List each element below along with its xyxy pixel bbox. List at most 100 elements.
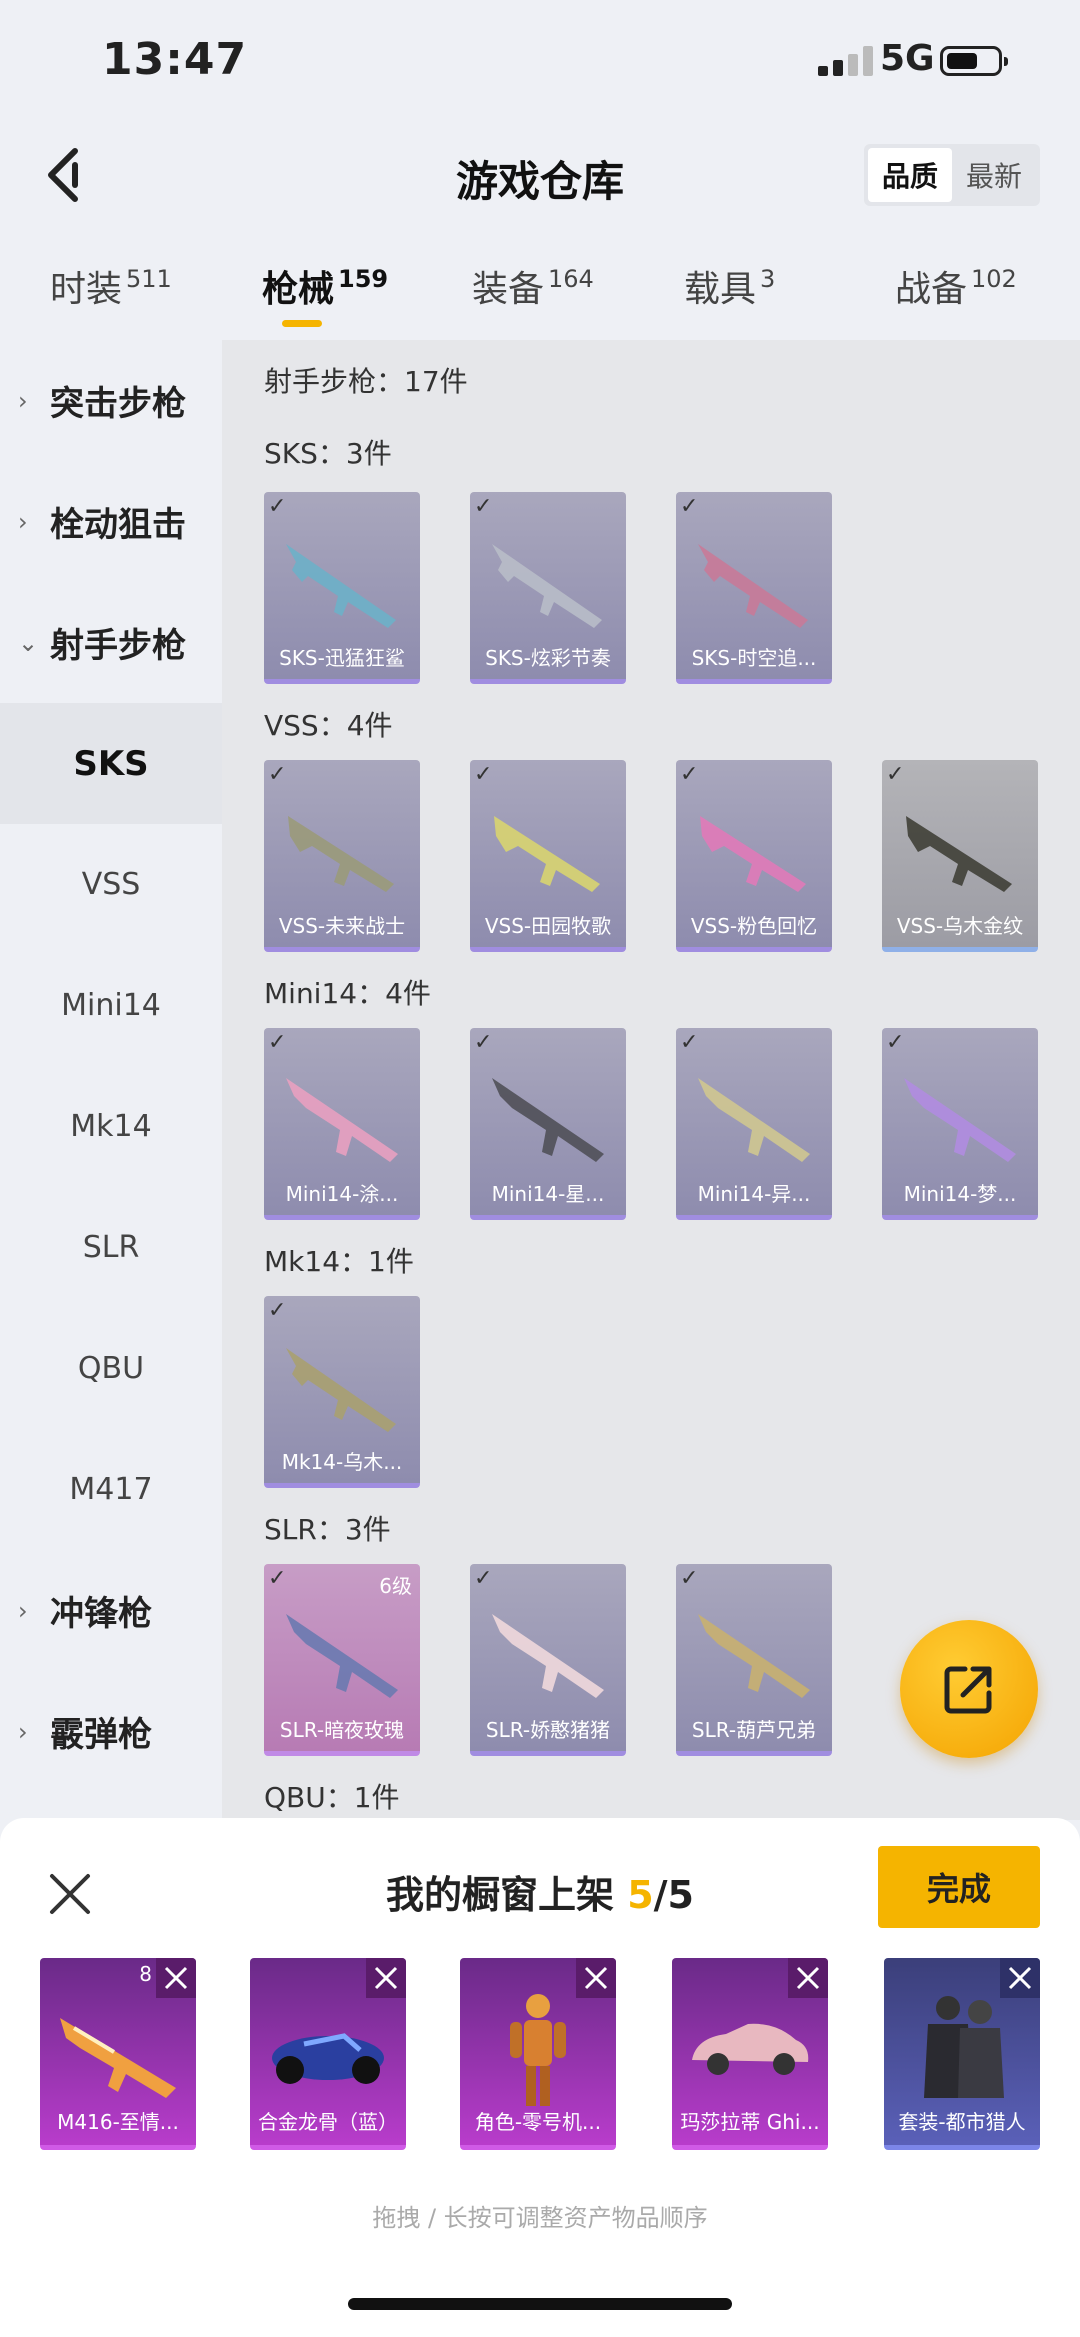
check-icon: ✓	[268, 762, 287, 787]
sidebar-item-assault-rifle[interactable]: › 突击步枪	[0, 340, 222, 461]
status-time: 13:47	[102, 34, 248, 85]
item-card[interactable]: ✓ VSS-乌木金纹	[882, 760, 1038, 952]
check-icon: ✓	[886, 1030, 905, 1055]
chevron-down-icon: ⌄	[18, 628, 39, 657]
item-name: SKS-炫彩节奏	[485, 646, 611, 670]
share-button[interactable]	[900, 1620, 1038, 1758]
sidebar-item-label: 霰弹枪	[50, 1715, 152, 1755]
sidebar-item-label: 栓动狙击	[50, 505, 186, 545]
item-card[interactable]: ✓ VSS-粉色回忆	[676, 760, 832, 952]
tab-equipment[interactable]: 装备 164	[472, 260, 594, 312]
showcase-item[interactable]: 合金龙骨（蓝）	[250, 1958, 406, 2150]
item-name: 玛莎拉蒂 Ghi...	[680, 2110, 820, 2134]
sidebar-item-smg[interactable]: › 冲锋枪	[0, 1550, 222, 1671]
item-badge: 8	[139, 1962, 152, 1986]
item-name: Mini14-异...	[697, 1182, 811, 1206]
tab-supplies[interactable]: 战备 102	[895, 260, 1017, 312]
rifle-icon	[286, 1348, 396, 1432]
level-badge: 6级	[379, 1574, 412, 1598]
sidebar-item-vss[interactable]: VSS	[0, 824, 222, 945]
check-icon: ✓	[474, 1566, 493, 1591]
back-button[interactable]	[30, 140, 100, 210]
check-icon: ✓	[268, 494, 287, 519]
section-label-mk14: Mk14：1件	[264, 1245, 414, 1278]
home-indicator[interactable]	[348, 2298, 732, 2310]
section-label-mini14: Mini14：4件	[264, 977, 431, 1010]
tab-count: 511	[126, 265, 172, 293]
item-card[interactable]: ✓ SKS-时空追...	[676, 492, 832, 684]
tab-label: 战备	[895, 269, 968, 310]
item-name: 套装-都市猎人	[898, 2110, 1026, 2134]
check-icon: ✓	[268, 1566, 287, 1591]
sidebar-item-bolt-sniper[interactable]: › 栓动狙击	[0, 461, 222, 582]
tab-vehicles[interactable]: 载具 3	[684, 260, 775, 312]
rifle-icon	[698, 1614, 810, 1698]
sidebar-item-mini14[interactable]: Mini14	[0, 945, 222, 1066]
tab-label: 枪械	[262, 269, 335, 310]
showcase-item[interactable]: 玛莎拉蒂 Ghi...	[672, 1958, 828, 2150]
sidebar: › 突击步枪 › 栓动狙击 ⌄ 射手步枪 SKS VSS Mini14 Mk14 SL…	[0, 340, 222, 1820]
item-card[interactable]: ✓ Mk14-乌木...	[264, 1296, 420, 1488]
sidebar-item-qbu[interactable]: QBU	[0, 1308, 222, 1429]
tab-firearms[interactable]: 枪械 159	[262, 260, 388, 312]
rifle-icon	[60, 2018, 176, 2098]
sort-newest-button[interactable]: 最新	[952, 148, 1036, 202]
item-card[interactable]: ✓ SLR-葫芦兄弟	[676, 1564, 832, 1756]
tab-fashion[interactable]: 时装 511	[50, 260, 172, 312]
item-card[interactable]: ✓ Mini14-异...	[676, 1028, 832, 1220]
item-card[interactable]: ✓ Mini14-梦...	[882, 1028, 1038, 1220]
item-card[interactable]: ✓ VSS-未来战士	[264, 760, 420, 952]
rifle-icon	[906, 816, 1012, 892]
item-name: M416-至情...	[57, 2110, 179, 2134]
status-bar: 13:47 5G	[0, 0, 1080, 120]
item-card[interactable]: ✓ SLR-娇憨猪猪	[470, 1564, 626, 1756]
item-card[interactable]: ✓ VSS-田园牧歌	[470, 760, 626, 952]
character-icon	[510, 1994, 566, 2106]
rifle-icon	[698, 1078, 810, 1162]
showcase-item[interactable]: 8 M416-至情...	[40, 1958, 196, 2150]
tab-count: 159	[338, 265, 389, 293]
network-label: 5G	[880, 38, 935, 79]
item-card[interactable]: ✓ 6级 SLR-暗夜玫瑰	[264, 1564, 420, 1756]
check-icon: ✓	[474, 1030, 493, 1055]
sidebar-item-mk14[interactable]: Mk14	[0, 1066, 222, 1187]
item-name: Mini14-星...	[491, 1182, 605, 1206]
item-name: VSS-田园牧歌	[484, 914, 612, 938]
check-icon: ✓	[680, 1566, 699, 1591]
item-card[interactable]: ✓ Mini14-星...	[470, 1028, 626, 1220]
showcase-sheet: 我的橱窗上架 5/5 完成 8 M416-至情... 合金龙骨（蓝） 角色-零号…	[0, 1818, 1080, 2337]
sidebar-item-sks[interactable]: SKS	[0, 703, 222, 824]
item-card[interactable]: ✓ Mini14-涂...	[264, 1028, 420, 1220]
item-name: SKS-迅猛狂鲨	[279, 646, 405, 670]
close-button[interactable]	[40, 1864, 100, 1924]
item-name: Mk14-乌木...	[281, 1450, 403, 1474]
check-icon: ✓	[474, 762, 493, 787]
sidebar-item-shotgun[interactable]: › 霰弹枪	[0, 1671, 222, 1792]
check-icon: ✓	[268, 1030, 287, 1055]
check-icon: ✓	[474, 494, 493, 519]
close-icon	[50, 1874, 90, 1914]
section-label-qbu: QBU：1件	[264, 1781, 400, 1814]
item-name: SKS-时空追...	[691, 646, 817, 670]
category-count: 射手步枪：17件	[264, 365, 468, 398]
content-area[interactable]: 射手步枪：17件 SKS：3件 ✓ SKS-迅猛狂鲨 ✓ SKS-炫彩节奏 ✓ SKS…	[222, 340, 1080, 1820]
rifle-icon	[698, 544, 808, 628]
chevron-right-icon: ›	[18, 386, 28, 415]
sort-quality-button[interactable]: 品质	[868, 148, 952, 202]
item-name: Mini14-梦...	[903, 1182, 1017, 1206]
outfit-icon	[924, 1996, 1004, 2098]
tab-count: 3	[760, 265, 776, 293]
sidebar-item-slr[interactable]: SLR	[0, 1187, 222, 1308]
sidebar-item-m417[interactable]: M417	[0, 1429, 222, 1550]
done-button[interactable]: 完成	[878, 1846, 1040, 1928]
header: 游戏仓库 品质 最新	[0, 120, 1080, 230]
showcase-item[interactable]: 套装-都市猎人	[884, 1958, 1040, 2150]
tab-label: 时装	[50, 269, 123, 310]
check-icon: ✓	[680, 494, 699, 519]
item-card[interactable]: ✓ SKS-迅猛狂鲨	[264, 492, 420, 684]
sidebar-item-marksman-rifle[interactable]: ⌄ 射手步枪	[0, 582, 222, 703]
sidebar-item-label: 突击步枪	[50, 384, 186, 424]
showcase-item[interactable]: 角色-零号机...	[460, 1958, 616, 2150]
item-card[interactable]: ✓ SKS-炫彩节奏	[470, 492, 626, 684]
rifle-icon	[492, 1078, 604, 1162]
